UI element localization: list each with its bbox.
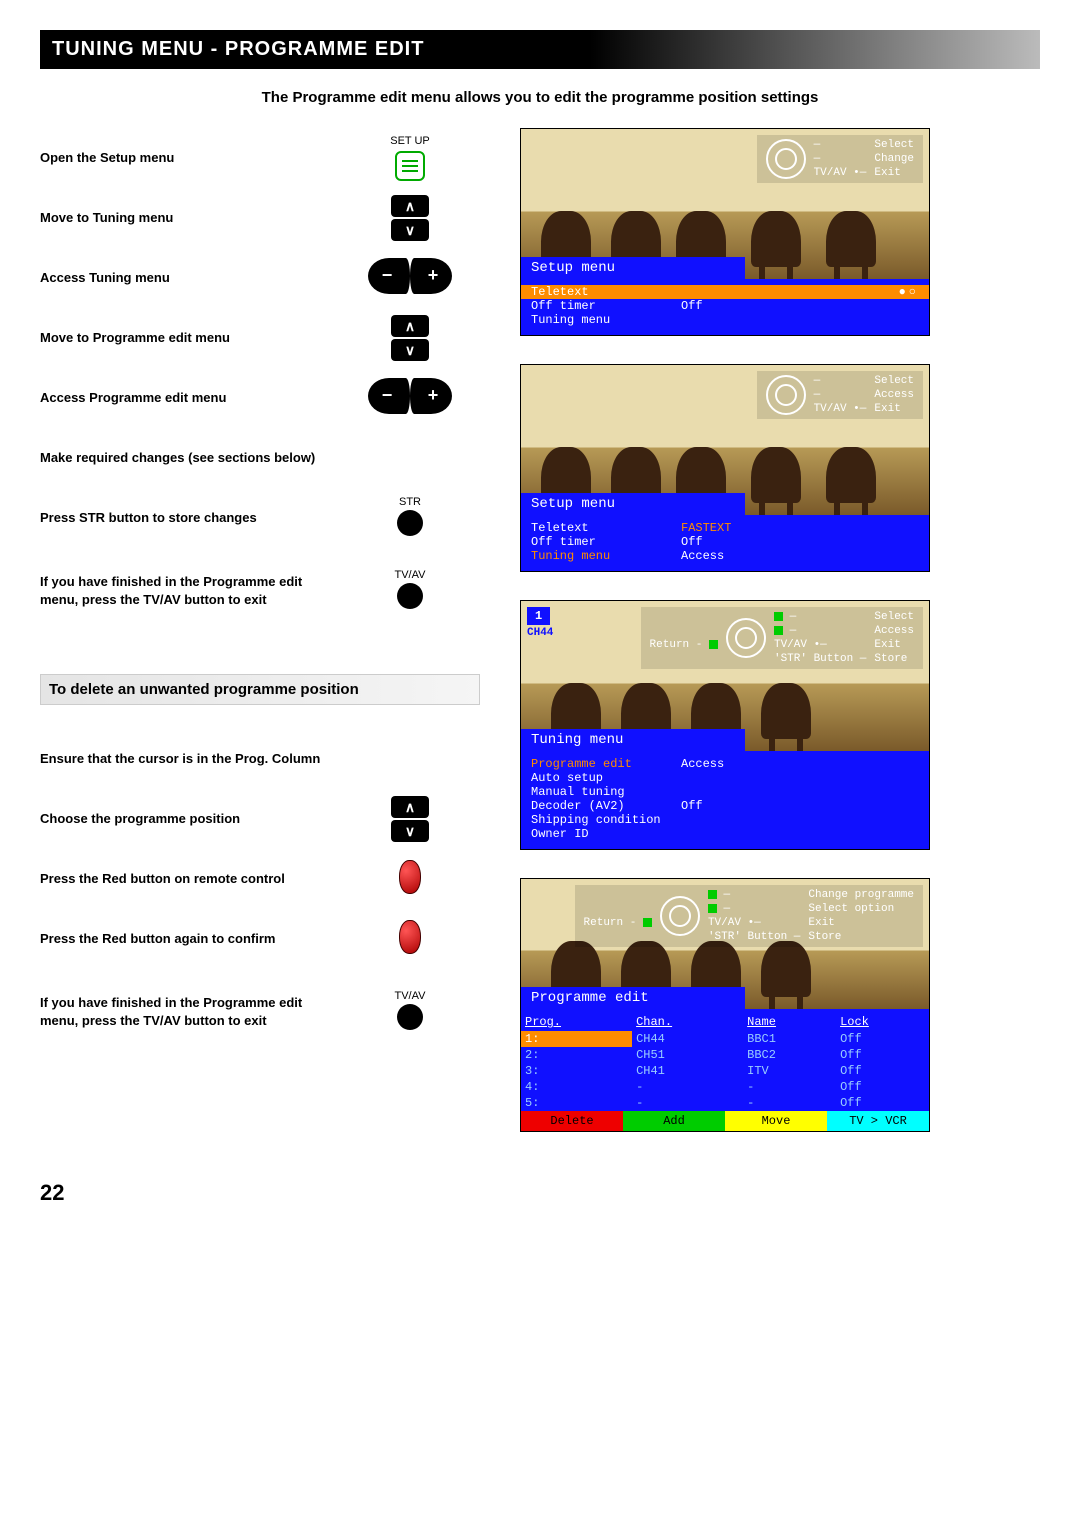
osd-title: Setup menu: [521, 257, 745, 279]
nav-down-icon: ∨: [391, 339, 429, 361]
tvav-caption: TV/AV: [340, 569, 480, 581]
nav-ring-icon: [660, 896, 700, 936]
nav-hint: —Select —Change TV/AV •—Exit: [757, 135, 923, 183]
table-row: 1:CH44BBC1Off: [521, 1031, 929, 1047]
nav-hint: —Select —Access Return - TV/AV •—Exit 'S…: [641, 607, 923, 669]
page-number: 22: [40, 1180, 1040, 1206]
action-tvvcr: TV > VCR: [827, 1111, 929, 1131]
osd-tuning-menu: 1 CH44 —Select —Access Return - TV/AV •—…: [520, 600, 930, 850]
nav-leftright-icon: −+: [368, 258, 452, 294]
action-bar: Delete Add Move TV > VCR: [521, 1111, 929, 1131]
nav-hint: —Select —Access TV/AV •—Exit: [757, 371, 923, 419]
action-delete: Delete: [521, 1111, 623, 1131]
step-press-red-confirm: Press the Red button again to confirm: [40, 930, 340, 948]
step-exit-tvav-2: If you have finished in the Programme ed…: [40, 994, 340, 1029]
nav-up-icon: ∧: [391, 796, 429, 818]
step-press-red: Press the Red button on remote control: [40, 870, 340, 888]
red-button-icon: [399, 860, 421, 894]
table-row: 4:--Off: [521, 1079, 929, 1095]
tvav-button-icon: [397, 1004, 423, 1030]
nav-ring-icon: [766, 375, 806, 415]
osd-setup-tuning: —Select —Access TV/AV •—Exit Setup menu …: [520, 364, 930, 572]
setup-button-icon: [395, 151, 425, 181]
nav-down-icon: ∨: [391, 219, 429, 241]
delete-subheading: To delete an unwanted programme position: [40, 674, 480, 705]
osd-setup-teletext: —Select —Change TV/AV •—Exit Setup menu …: [520, 128, 930, 336]
step-make-changes: Make required changes (see sections belo…: [40, 449, 340, 467]
action-move: Move: [725, 1111, 827, 1131]
nav-down-icon: ∨: [391, 820, 429, 842]
screenshots-column: —Select —Change TV/AV •—Exit Setup menu …: [520, 128, 960, 1160]
step-move-tuning: Move to Tuning menu: [40, 209, 340, 227]
nav-hint: —Change programme —Select option Return …: [575, 885, 923, 947]
instructions-column: Open the Setup menu SET UP Move to Tunin…: [40, 128, 480, 1160]
step-move-progedit: Move to Programme edit menu: [40, 329, 340, 347]
step-cursor-prog: Ensure that the cursor is in the Prog. C…: [40, 750, 340, 768]
table-row: 5:--Off: [521, 1095, 929, 1111]
step-access-progedit: Access Programme edit menu: [40, 389, 340, 407]
nav-ring-icon: [766, 139, 806, 179]
str-caption: STR: [340, 496, 480, 508]
osd-programme-edit: —Change programme —Select option Return …: [520, 878, 930, 1132]
step-open-setup: Open the Setup menu: [40, 149, 340, 167]
nav-ring-icon: [726, 618, 766, 658]
action-add: Add: [623, 1111, 725, 1131]
nav-up-icon: ∧: [391, 195, 429, 217]
step-press-str: Press STR button to store changes: [40, 509, 340, 527]
table-row: 3:CH41ITVOff: [521, 1063, 929, 1079]
step-choose-pos: Choose the programme position: [40, 810, 340, 828]
osd-title: Programme edit: [521, 987, 745, 1009]
pip-indicator: 1 CH44: [527, 607, 553, 639]
tvav-button-icon: [397, 583, 423, 609]
osd-title: Tuning menu: [521, 729, 745, 751]
setup-caption: SET UP: [340, 135, 480, 147]
nav-leftright-icon: −+: [368, 378, 452, 414]
step-access-tuning: Access Tuning menu: [40, 269, 340, 287]
str-button-icon: [397, 510, 423, 536]
red-button-icon: [399, 920, 421, 954]
page-title: TUNING MENU - PROGRAMME EDIT: [40, 30, 1040, 69]
osd-title: Setup menu: [521, 493, 745, 515]
page-intro: The Programme edit menu allows you to ed…: [40, 89, 1040, 106]
nav-up-icon: ∧: [391, 315, 429, 337]
tvav-caption: TV/AV: [340, 990, 480, 1002]
step-exit-tvav: If you have finished in the Programme ed…: [40, 573, 340, 608]
table-row: 2:CH51BBC2Off: [521, 1047, 929, 1063]
programme-table: Prog. Chan. Name Lock 1:CH44BBC1Off 2:CH…: [521, 1013, 929, 1111]
